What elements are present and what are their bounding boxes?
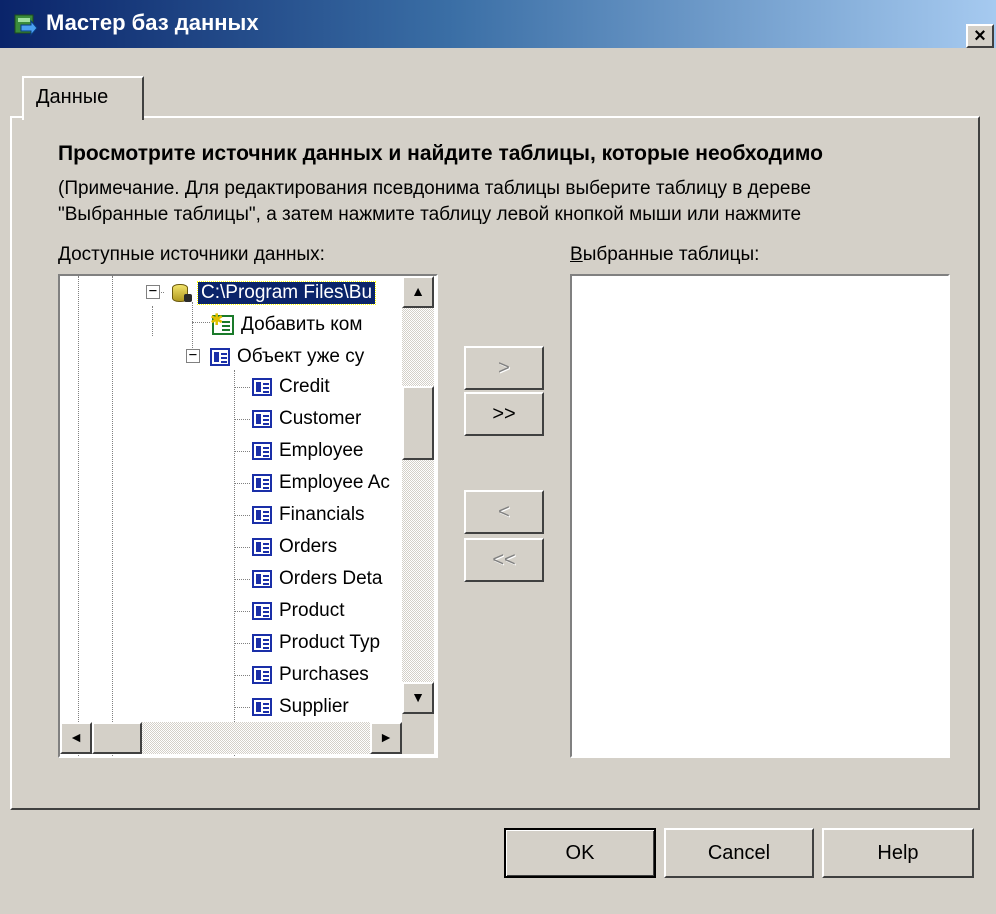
tree-node-table[interactable]: Employee Aс	[252, 468, 393, 498]
tree-node-label: Объект уже су	[237, 346, 365, 367]
tree-guide-line	[234, 643, 250, 644]
tab-data[interactable]: Данные	[22, 76, 144, 120]
tree-node-table[interactable]: Supplier	[252, 692, 352, 722]
selected-tables-label-text: ыбранные таблицы:	[582, 244, 760, 265]
available-sources-label: Доступные источники данных:	[58, 244, 325, 266]
scroll-up-button[interactable]: ▲	[402, 276, 434, 308]
tree-node-table[interactable]: Orders Deta	[252, 564, 385, 594]
help-button[interactable]: Help	[822, 828, 974, 878]
tree-node-table[interactable]: Product Typ	[252, 628, 383, 658]
tree-guide-line	[78, 276, 79, 756]
table-icon	[252, 538, 272, 556]
cancel-button[interactable]: Cancel	[664, 828, 814, 878]
tree-node-label: Product Typ	[279, 632, 381, 653]
window-title: Мастер баз данных	[46, 10, 259, 35]
tree-node-table[interactable]: Purchases	[252, 660, 372, 690]
selected-tables-label: Выбранные таблицы:	[570, 244, 759, 266]
instruction-note-line-1: (Примечание. Для редактирования псевдони…	[58, 178, 811, 199]
collapse-toggle-existing[interactable]: −	[186, 348, 200, 363]
tree-node-label: Supplier	[279, 696, 349, 717]
tree-guide-line	[192, 322, 210, 323]
available-sources-label-text: оступные источники данных:	[71, 244, 325, 265]
tree-guide-line	[234, 451, 250, 452]
tree-node-label: Credit	[279, 376, 330, 397]
table-icon	[210, 348, 230, 366]
tree-node-label: Employee Aс	[279, 472, 390, 493]
tree-guide-line	[152, 306, 153, 336]
tree-guide-line	[234, 707, 250, 708]
selected-tables-list[interactable]	[570, 274, 950, 758]
tree-node-label: Orders	[279, 536, 338, 557]
table-icon	[252, 506, 272, 524]
table-icon	[252, 602, 272, 620]
tree-guide-line	[234, 675, 250, 676]
tree-horizontal-scrollbar[interactable]: ◄ ►	[60, 722, 402, 754]
table-icon	[252, 634, 272, 652]
table-icon	[252, 698, 272, 716]
close-button[interactable]: ×	[966, 24, 994, 48]
instruction-heading: Просмотрите источник данных и найдите та…	[58, 142, 823, 165]
remove-all-tables-button[interactable]: <<	[464, 538, 544, 582]
horizontal-scroll-thumb[interactable]	[92, 722, 142, 754]
tree-guide-line	[234, 370, 235, 756]
selected-tables-accesskey: В	[570, 244, 583, 265]
table-icon	[252, 378, 272, 396]
tree-guide-line	[234, 547, 250, 548]
tree-guide-line	[234, 579, 250, 580]
table-icon	[252, 666, 272, 684]
add-table-button[interactable]: >	[464, 346, 544, 390]
tree-node-add-connection[interactable]: Добавить ком	[210, 310, 365, 340]
tree-node-table[interactable]: Employee	[252, 436, 367, 466]
tree-node-label: Добавить ком	[241, 314, 363, 335]
vertical-scroll-thumb[interactable]	[402, 386, 434, 460]
scrollbar-corner	[402, 714, 434, 754]
tree-guide-line	[234, 419, 250, 420]
collapse-toggle-root[interactable]: −	[146, 284, 160, 299]
tree-node-root[interactable]: C:\Program Files\Bu	[170, 278, 377, 308]
remove-table-button[interactable]: <	[464, 490, 544, 534]
tree-node-label: Employee	[279, 440, 364, 461]
tree-guide-line	[234, 483, 250, 484]
add-all-tables-button[interactable]: >>	[464, 392, 544, 436]
tree-vertical-scrollbar[interactable]: ▲ ▼	[402, 276, 434, 714]
table-icon	[252, 570, 272, 588]
tree-node-label: Purchases	[279, 664, 369, 685]
tree-node-label: Financials	[279, 504, 365, 525]
database-icon	[170, 282, 194, 304]
add-connection-icon	[210, 310, 234, 335]
tree-node-label: Product	[279, 600, 345, 621]
scroll-down-button[interactable]: ▼	[402, 682, 434, 714]
table-icon	[252, 474, 272, 492]
ok-button[interactable]: OK	[504, 828, 656, 878]
tree-node-table[interactable]: Product	[252, 596, 347, 626]
tree-node-label: C:\Program Files\Bu	[196, 281, 377, 305]
title-bar[interactable]: Мастер баз данных	[0, 0, 996, 48]
tree-node-label: Orders Deta	[279, 568, 383, 589]
instruction-note-line-2: "Выбранные таблицы", а затем нажмите таб…	[58, 204, 802, 225]
tree-node-table[interactable]: Customer	[252, 404, 364, 434]
table-icon	[252, 410, 272, 428]
tree-node-existing-object[interactable]: Объект уже су	[210, 342, 367, 372]
tree-guide-line	[112, 276, 113, 756]
scroll-left-button[interactable]: ◄	[60, 722, 92, 754]
tree-guide-line	[234, 515, 250, 516]
tree-node-table[interactable]: Credit	[252, 372, 333, 402]
table-icon	[252, 442, 272, 460]
tree-node-table[interactable]: Financials	[252, 500, 368, 530]
available-sources-tree[interactable]: − C:\Program Files\Bu Добавить ком − Объ…	[58, 274, 438, 758]
tree-node-label: Customer	[279, 408, 362, 429]
tree-guide-line	[234, 387, 250, 388]
scroll-right-button[interactable]: ►	[370, 722, 402, 754]
database-wizard-icon	[14, 14, 38, 37]
tree-guide-line	[234, 611, 250, 612]
tree-node-table[interactable]: Orders	[252, 532, 340, 562]
available-sources-accesskey: Д	[58, 244, 72, 265]
